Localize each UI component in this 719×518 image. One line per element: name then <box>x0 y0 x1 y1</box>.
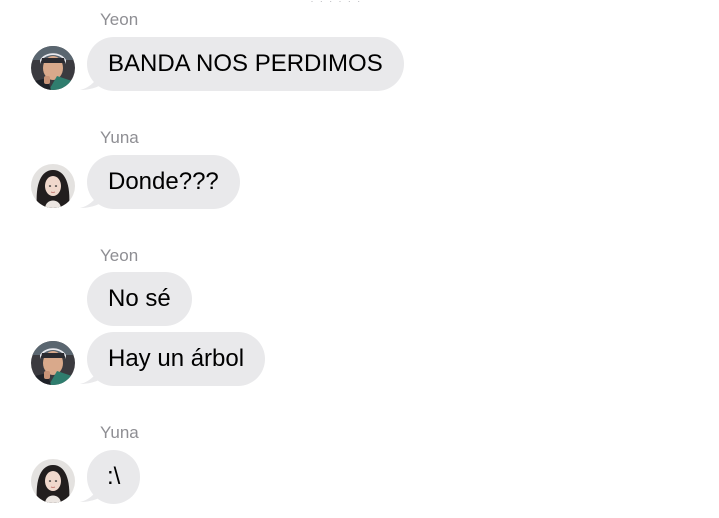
sender-name-yeon: Yeon <box>100 10 139 29</box>
message-bubble[interactable]: Hay un árbol <box>87 332 266 386</box>
sender-name-yuna: Yuna <box>100 423 139 442</box>
yuna-avatar[interactable] <box>31 164 75 208</box>
message-bubble[interactable]: No sé <box>87 272 192 326</box>
sender-name-yuna: Yuna <box>100 128 139 147</box>
yeon-avatar[interactable] <box>31 341 75 385</box>
sender-name-yeon: Yeon <box>100 246 139 265</box>
cut-off-previous-text: · · · · · · <box>310 0 400 2</box>
message-bubble[interactable]: BANDA NOS PERDIMOS <box>87 37 404 91</box>
yuna-avatar[interactable] <box>31 459 75 503</box>
message-bubble[interactable]: Donde??? <box>87 155 240 209</box>
yeon-avatar[interactable] <box>31 46 75 90</box>
message-bubble[interactable]: :\ <box>87 450 141 504</box>
